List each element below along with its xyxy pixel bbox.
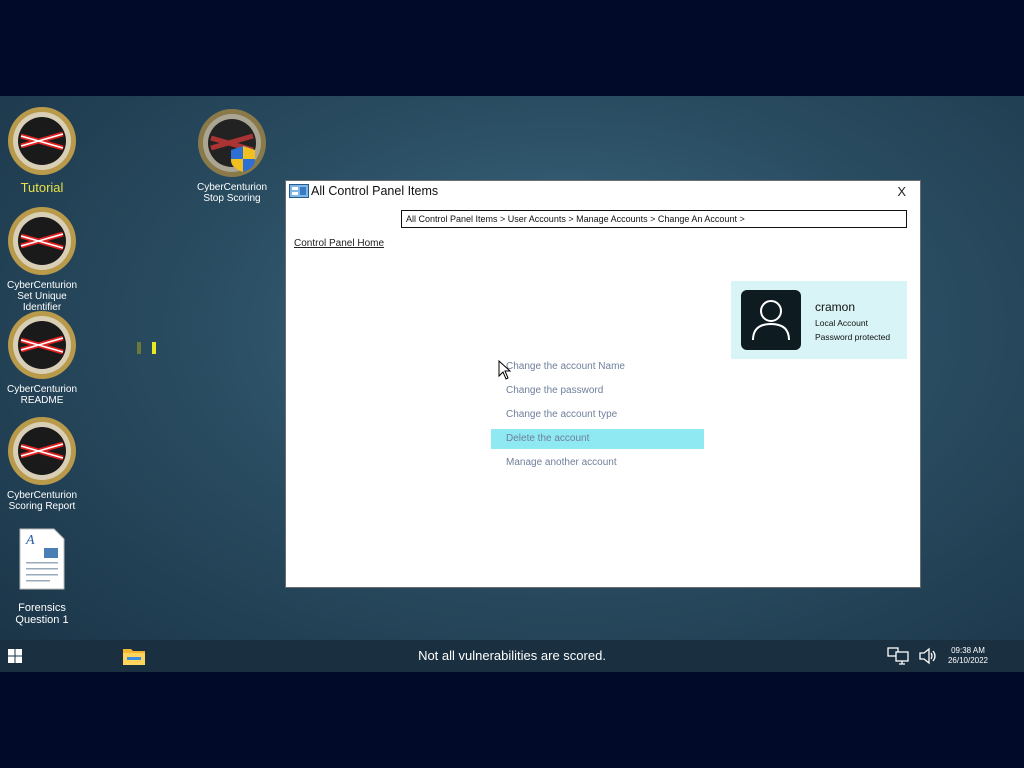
cybercenturion-seal-icon [8,207,76,275]
account-card: cramon Local Account Password protected [731,281,907,359]
account-type: Local Account [815,318,868,328]
document-icon: A [19,528,65,590]
control-panel-icon [289,184,309,198]
desktop: Tutorial CyberCenturion Set Unique Ident… [0,96,1024,672]
cybercenturion-seal-icon [8,311,76,379]
account-actions-list: Change the account Name Change the passw… [491,357,704,477]
desktop-icon-scoring-report[interactable]: CyberCenturion Scoring Report [0,416,84,512]
window-titlebar[interactable]: All Control Panel Items X [286,181,920,201]
manage-another-account-link[interactable]: Manage another account [491,453,704,473]
cybercenturion-seal-icon [8,417,76,485]
clock[interactable]: 09:38 AM 26/10/2022 [944,646,992,666]
desktop-icon-label: CyberCenturion Scoring Report [6,490,78,512]
delete-account-link[interactable]: Delete the account [491,429,704,449]
control-panel-home-link[interactable]: Control Panel Home [294,238,384,249]
volume-icon[interactable] [918,647,938,665]
user-icon [752,300,790,341]
clock-time: 09:38 AM [951,646,985,655]
desktop-artifact [137,341,167,359]
network-icon[interactable] [887,646,909,666]
change-account-type-link[interactable]: Change the account type [491,405,704,425]
desktop-icon-forensics-question-1[interactable]: A Forensics Question 1 [0,528,84,626]
desktop-icon-set-unique-identifier[interactable]: CyberCenturion Set Unique Identifier [0,206,84,313]
mouse-cursor-icon [498,360,512,380]
cybercenturion-seal-icon [8,107,76,175]
change-account-name-link[interactable]: Change the account Name [491,357,704,377]
control-panel-window: All Control Panel Items X All Control Pa… [285,180,921,588]
change-password-link[interactable]: Change the password [491,381,704,401]
desktop-icon-label: CyberCenturion Stop Scoring [196,182,268,204]
close-button[interactable]: X [897,184,906,199]
avatar [741,290,801,350]
clock-date: 26/10/2022 [947,656,989,665]
taskbar: Not all vulnerabilities are scored. 09:3… [0,640,1024,672]
desktop-icon-label: CyberCenturion Set Unique Identifier [6,280,78,313]
desktop-icon-label: Tutorial [20,180,64,195]
desktop-icon-readme[interactable]: CyberCenturion README [0,310,84,406]
scoring-message: Not all vulnerabilities are scored. [418,648,606,663]
account-status: Password protected [815,332,891,342]
window-title: All Control Panel Items [311,184,439,198]
svg-text:A: A [25,533,35,548]
account-name: cramon [815,300,856,314]
desktop-icon-label: Forensics Question 1 [15,602,69,626]
desktop-icon-tutorial[interactable]: Tutorial [0,106,84,195]
desktop-icon-label: CyberCenturion README [6,384,78,406]
desktop-icon-stop-scoring[interactable]: CyberCenturion Stop Scoring [190,108,274,204]
breadcrumb[interactable]: All Control Panel Items > User Accounts … [401,210,907,228]
cybercenturion-seal-shield-icon [198,109,266,177]
